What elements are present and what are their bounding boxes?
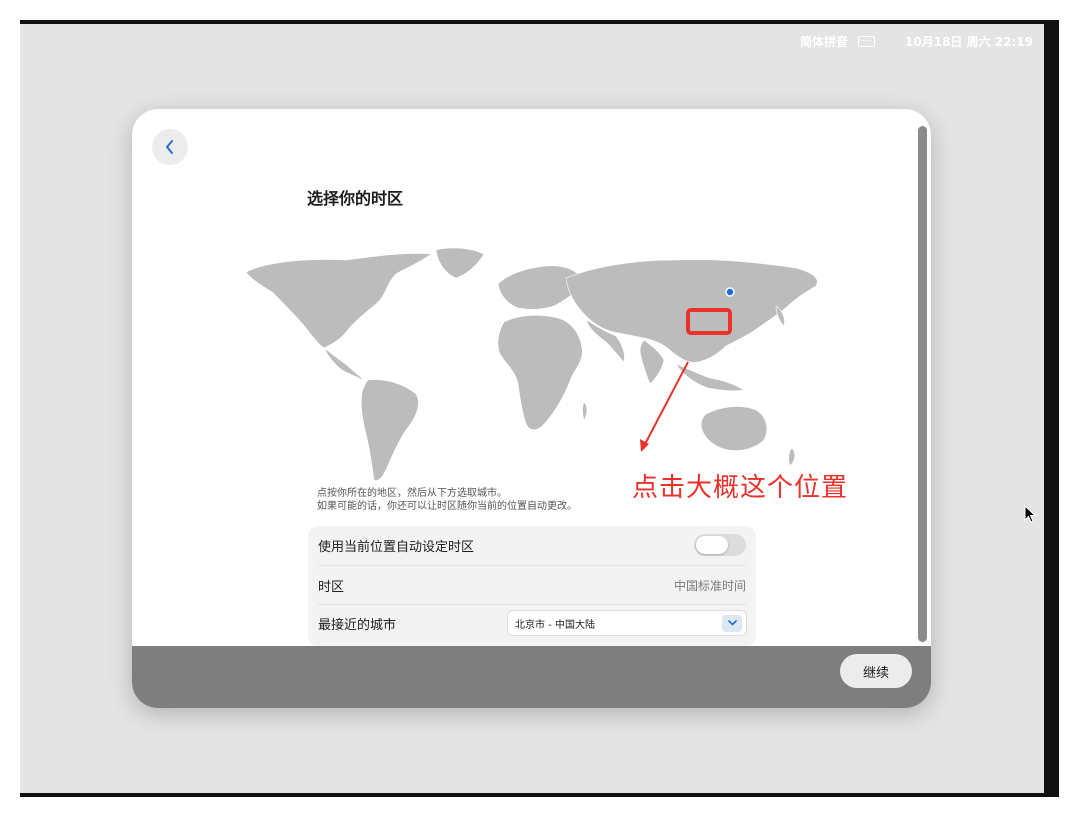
timezone-settings-group: 使用当前位置自动设定时区 时区 中国标准时间 最接近的城市 北京市 - 中国大陆 <box>308 526 756 646</box>
page-title: 选择你的时区 <box>307 189 404 208</box>
map-madagascar <box>582 401 588 421</box>
map-north-america <box>245 253 432 349</box>
scrollbar[interactable] <box>918 126 927 642</box>
auto-timezone-toggle[interactable] <box>694 534 746 556</box>
chevron-down-icon <box>727 620 737 626</box>
timezone-row: 时区 中国标准时间 <box>308 566 756 604</box>
auto-timezone-label: 使用当前位置自动设定时区 <box>318 539 475 555</box>
closest-city-row: 最接近的城市 北京市 - 中国大陆 <box>308 604 756 642</box>
mouse-pointer-icon <box>1024 505 1036 523</box>
annotation-arrow <box>640 361 689 452</box>
closest-city-select[interactable]: 北京市 - 中国大陆 <box>508 611 746 635</box>
screen-frame-bottom <box>20 793 1059 797</box>
world-map[interactable] <box>236 244 826 484</box>
screen-frame-right <box>1044 20 1059 797</box>
timezone-label: 时区 <box>318 579 345 595</box>
back-button[interactable] <box>152 129 188 165</box>
footer-bar: 继续 <box>132 646 931 708</box>
timezone-setup-window: 选择你的时区 点按你所在的地区，然后从下方选取城市。 如果可能的话，你还可以让时… <box>132 109 931 708</box>
map-greenland <box>435 247 485 279</box>
closest-city-label: 最接近的城市 <box>318 617 397 633</box>
annotation-highlight-box <box>686 308 732 335</box>
annotation-text: 点击大概这个位置 <box>632 473 849 503</box>
map-new-zealand <box>788 447 796 467</box>
menu-bar-status: 简体拼音 10月18日 周六 22:19 <box>800 30 1033 52</box>
toggle-knob <box>696 536 728 554</box>
input-method-label[interactable]: 简体拼音 <box>800 33 848 50</box>
auto-timezone-row: 使用当前位置自动设定时区 <box>308 526 756 564</box>
map-central-america <box>323 347 365 381</box>
selected-location-dot <box>725 287 735 297</box>
map-australia <box>700 406 768 451</box>
closest-city-value: 北京市 - 中国大陆 <box>515 619 595 631</box>
continue-button[interactable]: 继续 <box>840 654 912 688</box>
chevron-left-icon <box>166 140 173 154</box>
map-africa <box>497 315 583 431</box>
timezone-value: 中国标准时间 <box>673 578 746 593</box>
map-south-america <box>360 379 419 481</box>
select-arrow <box>722 614 742 632</box>
menu-bar-clock[interactable]: 10月18日 周六 22:19 <box>905 33 1033 50</box>
keyboard-icon[interactable] <box>858 35 876 47</box>
